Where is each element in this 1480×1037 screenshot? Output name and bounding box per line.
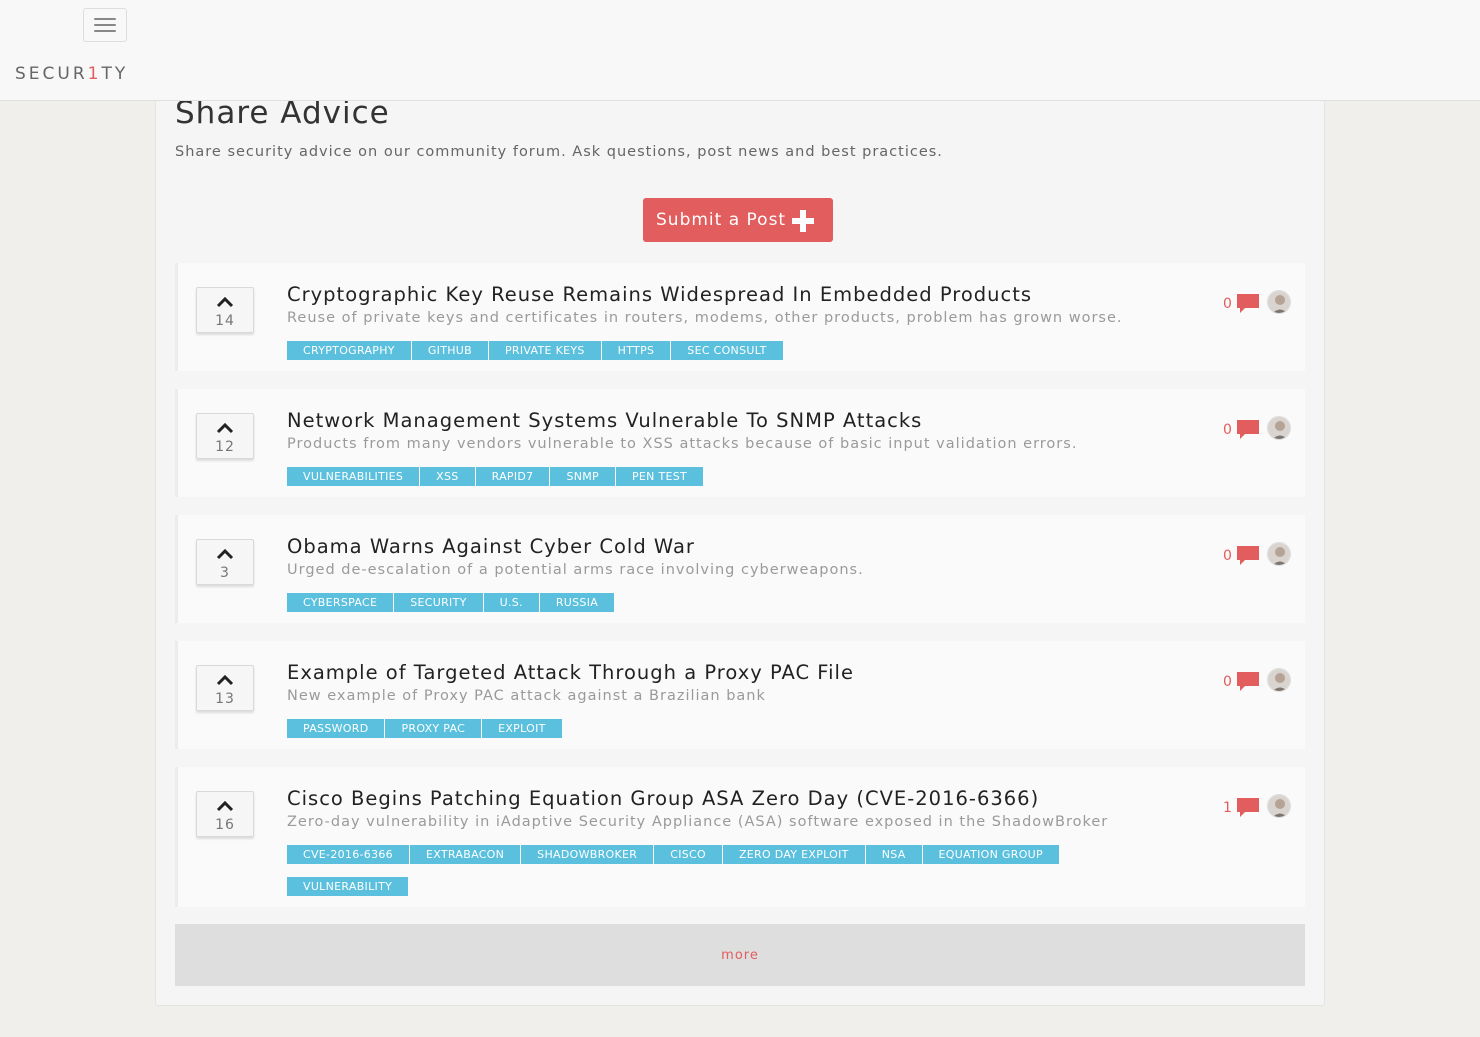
upvote-button[interactable]: 3 bbox=[196, 539, 254, 585]
post-title[interactable]: Cryptographic Key Reuse Remains Widespre… bbox=[287, 283, 1032, 306]
user-avatar-icon[interactable] bbox=[1267, 668, 1291, 692]
brand-suffix: TY bbox=[101, 64, 129, 84]
plus-icon bbox=[792, 210, 814, 232]
upvote-button[interactable]: 13 bbox=[196, 665, 254, 711]
brand-logo[interactable]: SECUR1TY bbox=[15, 64, 128, 84]
chevron-up-icon bbox=[216, 422, 234, 434]
tag-badge[interactable]: HTTPS bbox=[601, 341, 671, 360]
comment-icon bbox=[1236, 672, 1259, 691]
post-item: 12 Network Management Systems Vulnerable… bbox=[175, 389, 1305, 497]
comment-count: 0 bbox=[1223, 674, 1232, 690]
comment-link[interactable]: 0 bbox=[1223, 671, 1260, 693]
tag-badge[interactable]: NSA bbox=[865, 845, 922, 864]
tag-badge[interactable]: XSS bbox=[420, 467, 475, 486]
navbar: SECUR1TY bbox=[0, 0, 1480, 101]
tag-list: PASSWORD PROXY PAC EXPLOIT bbox=[287, 719, 1087, 751]
tag-list: CVE-2016-6366 EXTRABACON SHADOWBROKER CISCO… bbox=[287, 845, 1087, 909]
chevron-up-icon bbox=[216, 800, 234, 812]
post-description: Products from many vendors vulnerable to… bbox=[287, 436, 1078, 452]
tag-badge[interactable]: VULNERABILITY bbox=[287, 877, 409, 896]
tag-badge[interactable]: GITHUB bbox=[411, 341, 488, 360]
more-button[interactable]: more bbox=[175, 924, 1305, 986]
upvote-button[interactable]: 12 bbox=[196, 413, 254, 459]
tag-badge[interactable]: SECURITY bbox=[394, 593, 483, 612]
user-avatar-icon[interactable] bbox=[1267, 542, 1291, 566]
vote-count: 14 bbox=[215, 313, 235, 329]
comment-link[interactable]: 0 bbox=[1223, 419, 1260, 441]
post-description: Urged de-escalation of a potential arms … bbox=[287, 562, 864, 578]
brand-accent: 1 bbox=[87, 64, 102, 84]
vote-count: 12 bbox=[215, 439, 235, 455]
comment-link[interactable]: 0 bbox=[1223, 545, 1260, 567]
post-title[interactable]: Example of Targeted Attack Through a Pro… bbox=[287, 661, 854, 684]
user-avatar-icon[interactable] bbox=[1267, 290, 1291, 314]
comment-count: 1 bbox=[1223, 800, 1232, 816]
vote-count: 13 bbox=[215, 691, 235, 707]
comment-icon bbox=[1236, 294, 1259, 313]
tag-badge[interactable]: CYBERSPACE bbox=[287, 593, 394, 612]
tag-badge[interactable]: SHADOWBROKER bbox=[521, 845, 654, 864]
user-avatar-icon[interactable] bbox=[1267, 416, 1291, 440]
tag-badge[interactable]: VULNERABILITIES bbox=[287, 467, 420, 486]
page-subtitle: Share security advice on our community f… bbox=[175, 144, 943, 160]
comment-icon bbox=[1236, 420, 1259, 439]
comment-link[interactable]: 0 bbox=[1223, 293, 1260, 315]
post-item: 13 Example of Targeted Attack Through a … bbox=[175, 641, 1305, 749]
tag-badge[interactable]: ZERO DAY EXPLOIT bbox=[722, 845, 865, 864]
tag-badge[interactable]: CISCO bbox=[654, 845, 722, 864]
tag-list: CRYPTOGRAPHY GITHUB PRIVATE KEYS HTTPS SEC C… bbox=[287, 341, 1087, 373]
comment-count: 0 bbox=[1223, 548, 1232, 564]
tag-badge[interactable]: PEN TEST bbox=[616, 467, 704, 486]
post-title[interactable]: Obama Warns Against Cyber Cold War bbox=[287, 535, 695, 558]
upvote-button[interactable]: 14 bbox=[196, 287, 254, 333]
post-item: 14 Cryptographic Key Reuse Remains Wides… bbox=[175, 263, 1305, 371]
post-item: 16 Cisco Begins Patching Equation Group … bbox=[175, 767, 1305, 907]
post-title[interactable]: Network Management Systems Vulnerable To… bbox=[287, 409, 922, 432]
post-title[interactable]: Cisco Begins Patching Equation Group ASA… bbox=[287, 787, 1039, 810]
hamburger-menu-icon[interactable] bbox=[83, 8, 127, 42]
tag-badge[interactable]: RAPID7 bbox=[475, 467, 550, 486]
submit-post-button[interactable]: Submit a Post bbox=[643, 198, 833, 242]
tag-badge[interactable]: PASSWORD bbox=[287, 719, 385, 738]
tag-badge[interactable]: EXTRABACON bbox=[409, 845, 521, 864]
post-description: Zero-day vulnerability in iAdaptive Secu… bbox=[287, 814, 1109, 830]
upvote-button[interactable]: 16 bbox=[196, 791, 254, 837]
user-avatar-icon[interactable] bbox=[1267, 794, 1291, 818]
tag-badge[interactable]: PROXY PAC bbox=[385, 719, 482, 738]
tag-badge[interactable]: CRYPTOGRAPHY bbox=[287, 341, 411, 360]
comment-link[interactable]: 1 bbox=[1223, 797, 1260, 819]
tag-badge[interactable]: U.S. bbox=[483, 593, 539, 612]
post-description: Reuse of private keys and certificates i… bbox=[287, 310, 1123, 326]
tag-badge[interactable]: RUSSIA bbox=[539, 593, 615, 612]
comment-count: 0 bbox=[1223, 422, 1232, 438]
tag-badge[interactable]: SNMP bbox=[550, 467, 615, 486]
comment-icon bbox=[1236, 546, 1259, 565]
more-label: more bbox=[721, 947, 759, 963]
chevron-up-icon bbox=[216, 674, 234, 686]
comment-count: 0 bbox=[1223, 296, 1232, 312]
tag-badge[interactable]: EQUATION GROUP bbox=[922, 845, 1059, 864]
vote-count: 3 bbox=[220, 565, 230, 581]
chevron-up-icon bbox=[216, 296, 234, 308]
tag-badge[interactable]: PRIVATE KEYS bbox=[489, 341, 601, 360]
tag-list: VULNERABILITIES XSS RAPID7 SNMP PEN TEST bbox=[287, 467, 1087, 499]
tag-badge[interactable]: EXPLOIT bbox=[482, 719, 562, 738]
brand-prefix: SECUR bbox=[15, 64, 88, 84]
post-item: 3 Obama Warns Against Cyber Cold War Urg… bbox=[175, 515, 1305, 623]
comment-icon bbox=[1236, 798, 1259, 817]
vote-count: 16 bbox=[215, 817, 235, 833]
tag-badge[interactable]: SEC CONSULT bbox=[671, 341, 783, 360]
chevron-up-icon bbox=[216, 548, 234, 560]
tag-badge[interactable]: CVE-2016-6366 bbox=[287, 845, 409, 864]
submit-post-label: Submit a Post bbox=[656, 210, 787, 230]
tag-list: CYBERSPACE SECURITY U.S. RUSSIA bbox=[287, 593, 1087, 625]
post-description: New example of Proxy PAC attack against … bbox=[287, 688, 766, 704]
